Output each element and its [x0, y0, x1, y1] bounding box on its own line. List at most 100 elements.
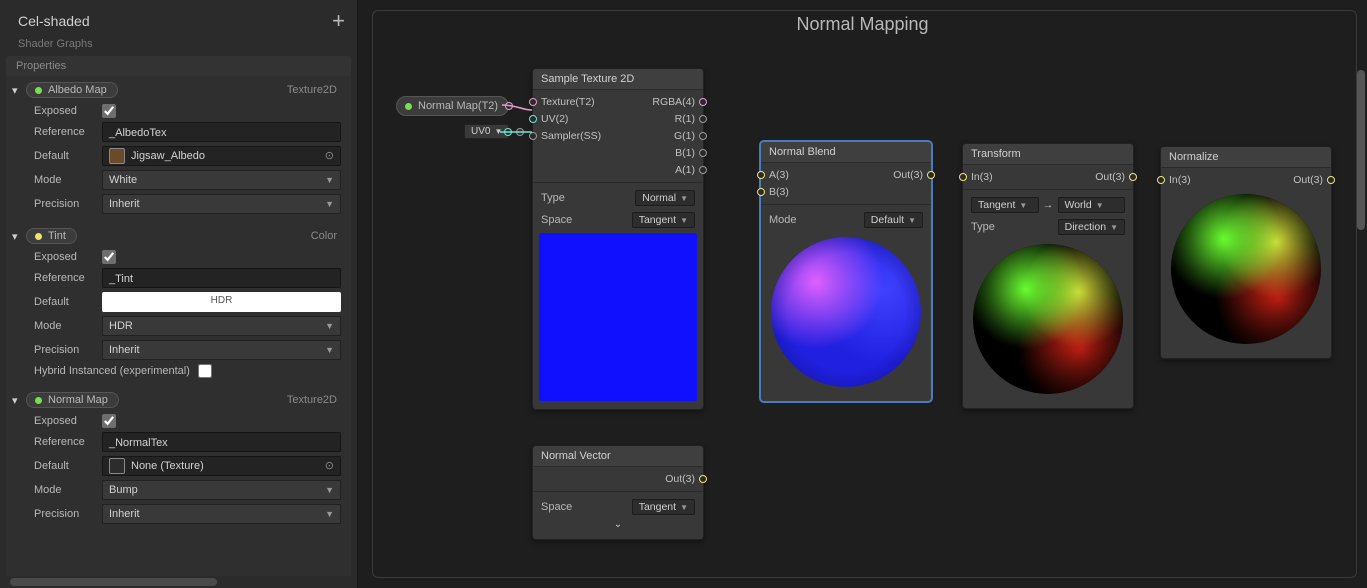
type-select[interactable]: Direction▼: [1058, 219, 1125, 235]
input-socket[interactable]: [1157, 176, 1165, 184]
extra-socket[interactable]: [516, 128, 524, 136]
row-label: Space: [541, 501, 572, 513]
input-socket[interactable]: [959, 173, 967, 181]
default-value: Jigsaw_Albedo: [131, 148, 205, 164]
space-select[interactable]: Tangent▼: [632, 499, 695, 515]
row-label: Type: [971, 221, 995, 233]
add-property-button[interactable]: +: [332, 8, 345, 34]
port-label: B(3): [769, 186, 789, 198]
output-socket[interactable]: [699, 149, 707, 157]
to-space-select[interactable]: World▼: [1058, 197, 1126, 213]
port-label: Out(3): [1293, 174, 1323, 186]
output-socket[interactable]: [699, 115, 707, 123]
property-pill[interactable]: Albedo Map: [26, 82, 118, 98]
input-socket[interactable]: [529, 115, 537, 123]
param-node-normal-map[interactable]: Normal Map(T2): [396, 96, 509, 116]
exposed-checkbox[interactable]: [102, 414, 116, 428]
label-mode: Mode: [34, 174, 94, 186]
port-label: In(3): [1169, 174, 1191, 186]
row-label: Type: [541, 192, 565, 204]
hybrid-checkbox[interactable]: [198, 364, 212, 378]
from-space-select[interactable]: Tangent▼: [971, 197, 1039, 213]
property-type: Color: [311, 230, 345, 242]
reference-input[interactable]: _AlbedoTex: [102, 122, 341, 142]
chevron-down-icon[interactable]: ⌄: [533, 518, 703, 533]
mode-select[interactable]: Bump▼: [102, 480, 341, 500]
output-socket[interactable]: [699, 132, 707, 140]
default-texture-picker[interactable]: Jigsaw_Albedo ⊙: [102, 146, 341, 166]
node-title[interactable]: Normal Vector: [533, 446, 703, 467]
input-socket[interactable]: [757, 188, 765, 196]
node-preview: [539, 233, 697, 401]
node-title[interactable]: Transform: [963, 144, 1133, 165]
properties-panel: Cel-shaded + Shader Graphs Properties ▾ …: [0, 0, 358, 588]
scrollbar-horizontal[interactable]: [6, 576, 351, 588]
node-normal-vector[interactable]: Normal Vector Out(3) Space Tangent▼ ⌄: [532, 445, 704, 540]
property-name: Albedo Map: [48, 84, 107, 96]
properties-list[interactable]: ▾ Albedo Map Texture2D Exposed Reference…: [6, 76, 351, 576]
node-transform[interactable]: Transform In(3) Out(3) Tangent▼ → World▼…: [962, 143, 1134, 409]
exposed-checkbox[interactable]: [102, 250, 116, 264]
property-group: ▾ Normal Map Texture2D Exposed Reference…: [6, 386, 351, 532]
node-title[interactable]: Sample Texture 2D: [533, 69, 703, 90]
input-socket[interactable]: [757, 171, 765, 179]
space-select[interactable]: Tangent▼: [632, 212, 695, 228]
label-reference: Reference: [34, 436, 94, 448]
graph-canvas[interactable]: Normal Map(T2) UV0▼ Sample Texture 2D Te…: [372, 10, 1357, 578]
node-sample-texture-2d[interactable]: Sample Texture 2D Texture(T2) UV(2) Samp…: [532, 68, 704, 410]
output-socket[interactable]: [505, 102, 513, 110]
precision-select[interactable]: Inherit▼: [102, 194, 341, 214]
default-texture-picker[interactable]: None (Texture) ⊙: [102, 456, 341, 476]
node-title[interactable]: Normal Blend: [761, 142, 931, 163]
label-precision: Precision: [34, 508, 94, 520]
property-group: ▾ Albedo Map Texture2D Exposed Reference…: [6, 76, 351, 222]
property-header-row[interactable]: ▾ Albedo Map Texture2D: [12, 78, 345, 102]
output-socket[interactable]: [927, 171, 935, 179]
input-socket[interactable]: [529, 98, 537, 106]
property-pill[interactable]: Normal Map: [26, 392, 119, 408]
arrow-right-icon: →: [1043, 199, 1054, 211]
port-label: A(3): [769, 169, 789, 181]
param-label: Normal Map(T2): [418, 100, 498, 112]
type-select[interactable]: Normal▼: [635, 190, 695, 206]
port-label: In(3): [971, 171, 993, 183]
precision-select[interactable]: Inherit▼: [102, 504, 341, 524]
output-socket[interactable]: [699, 475, 707, 483]
input-socket[interactable]: [529, 132, 537, 140]
port-label: G(1): [674, 130, 695, 142]
mode-select[interactable]: HDR▼: [102, 316, 341, 336]
port-label: B(1): [675, 147, 695, 159]
node-preview-sphere: [973, 244, 1123, 394]
precision-select[interactable]: Inherit▼: [102, 340, 341, 360]
chevron-down-icon[interactable]: ▾: [12, 394, 22, 407]
reference-input[interactable]: _Tint: [102, 268, 341, 288]
object-picker-icon[interactable]: ⊙: [325, 148, 334, 164]
output-socket[interactable]: [1327, 176, 1335, 184]
property-pill[interactable]: Tint: [26, 228, 77, 244]
output-socket[interactable]: [699, 98, 707, 106]
label-default: Default: [34, 150, 94, 162]
port-label: RGBA(4): [652, 96, 695, 108]
exposed-checkbox[interactable]: [102, 104, 116, 118]
reference-input[interactable]: _NormalTex: [102, 432, 341, 452]
output-socket[interactable]: [699, 166, 707, 174]
chevron-down-icon[interactable]: ▾: [12, 230, 22, 243]
port-label: Out(3): [1095, 171, 1125, 183]
property-group: ▾ Tint Color Exposed Reference _Tint Def…: [6, 222, 351, 386]
output-socket[interactable]: [1129, 173, 1137, 181]
property-header-row[interactable]: ▾ Normal Map Texture2D: [12, 388, 345, 412]
property-header-row[interactable]: ▾ Tint Color: [12, 224, 345, 248]
node-title[interactable]: Normalize: [1161, 147, 1331, 168]
mode-select[interactable]: White▼: [102, 170, 341, 190]
chevron-down-icon[interactable]: ▾: [12, 84, 22, 97]
node-normal-blend[interactable]: Normal Blend A(3) B(3) Out(3) Mode Defau…: [760, 141, 932, 402]
hdr-color-field[interactable]: HDR: [102, 292, 341, 312]
node-normalize[interactable]: Normalize In(3) Out(3): [1160, 146, 1332, 359]
object-picker-icon[interactable]: ⊙: [325, 458, 334, 474]
texture-thumb-icon: [109, 458, 125, 474]
type-dot-icon: [405, 103, 412, 110]
label-exposed: Exposed: [34, 415, 94, 427]
uv-channel-select[interactable]: UV0▼: [464, 124, 509, 139]
output-socket[interactable]: [504, 128, 512, 136]
mode-select[interactable]: Default▼: [864, 212, 923, 228]
